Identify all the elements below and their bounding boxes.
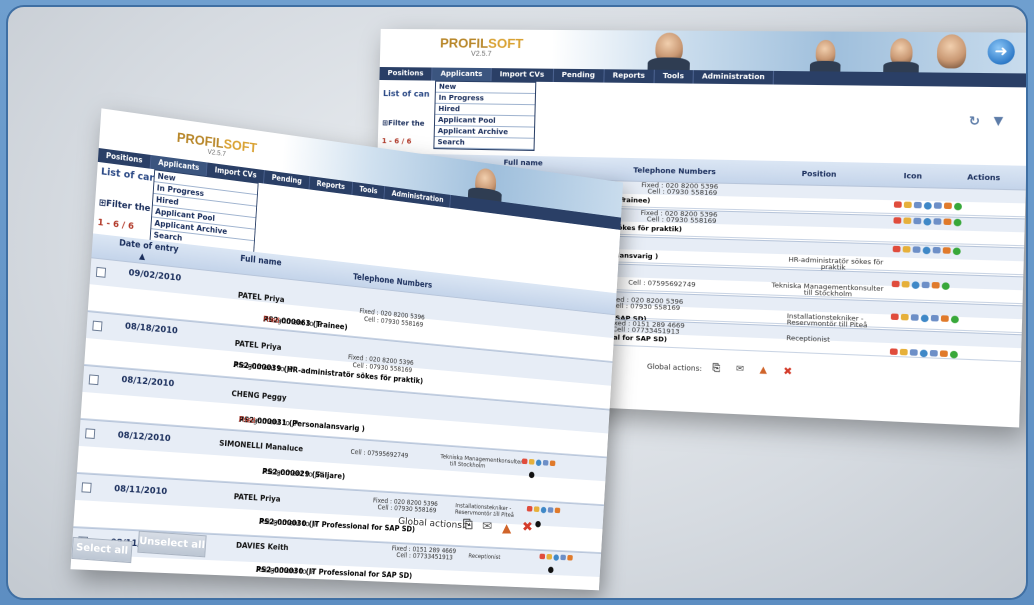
menu-administration[interactable]: Administration [693, 70, 774, 84]
menu-import-cvs[interactable]: Import CVs [491, 68, 553, 82]
dropdown-item-search[interactable]: Search [434, 137, 533, 150]
app-header: PROFILSOFT V2.5.7 ➜ [380, 29, 1028, 74]
row-checkbox[interactable] [85, 428, 95, 439]
logout-icon[interactable]: ➜ [987, 39, 1015, 65]
global-actions-label: Global actions: [647, 362, 702, 373]
app-version: V2.5.7 [440, 50, 523, 58]
row-checkbox[interactable] [81, 482, 91, 493]
mail-icon[interactable]: ✉ [736, 364, 744, 375]
filter-toggle[interactable]: ⊞Filter the [99, 198, 151, 214]
menu-pending[interactable]: Pending [553, 69, 604, 83]
print-icon[interactable]: ⎘ [463, 517, 473, 532]
page-title: List of can [383, 89, 430, 99]
archive-icon[interactable]: ▲ [759, 365, 767, 376]
col-position: Position [801, 170, 836, 179]
refresh-icon[interactable]: ↻ [969, 113, 981, 128]
unselect-all-button[interactable]: Unselect all [137, 531, 206, 558]
col-actions: Actions [967, 173, 1000, 182]
col-icon: Icon [903, 172, 922, 181]
result-count: 1 - 6 / 6 [382, 137, 412, 146]
row-checkbox[interactable] [96, 267, 106, 278]
app-window-front: PROFILSOFT V2.5.7 Positions Applicants I… [70, 108, 623, 590]
delete-icon[interactable]: ✖ [783, 366, 792, 378]
page-title: List of can [101, 166, 157, 184]
menu-applicants[interactable]: Applicants [432, 68, 491, 82]
filter-toggle[interactable]: ⊞Filter the [382, 119, 424, 128]
showcase-frame: PROFILSOFT V2.5.7 ➜ Positions Applicants… [6, 5, 1028, 600]
col-phone: Telephone Numbers [633, 166, 716, 176]
header-banner: ➜ [551, 30, 1028, 74]
row-checkbox[interactable] [92, 321, 102, 332]
delete-icon[interactable]: ✖ [522, 520, 533, 535]
col-name[interactable]: Full name [240, 254, 282, 268]
result-count: 1 - 6 / 6 [97, 218, 134, 232]
select-all-button[interactable]: Select all [71, 537, 132, 563]
row-checkbox[interactable] [89, 374, 99, 385]
funnel-icon[interactable]: ▼ [993, 114, 1003, 128]
app-logo: PROFILSOFT V2.5.7 [176, 129, 258, 162]
menu-reports[interactable]: Reports [604, 69, 654, 83]
sort-icon[interactable]: ▲ [139, 252, 146, 263]
app-logo: PROFILSOFT V2.5.7 [440, 35, 524, 58]
menu-positions[interactable]: Positions [379, 67, 432, 81]
print-icon[interactable]: ⎘ [712, 363, 720, 374]
applicants-dropdown: New In Progress Hired Applicant Pool App… [433, 81, 536, 151]
mail-icon[interactable]: ✉ [482, 519, 492, 533]
archive-icon[interactable]: ▲ [502, 521, 511, 535]
menu-tools[interactable]: Tools [654, 70, 693, 84]
